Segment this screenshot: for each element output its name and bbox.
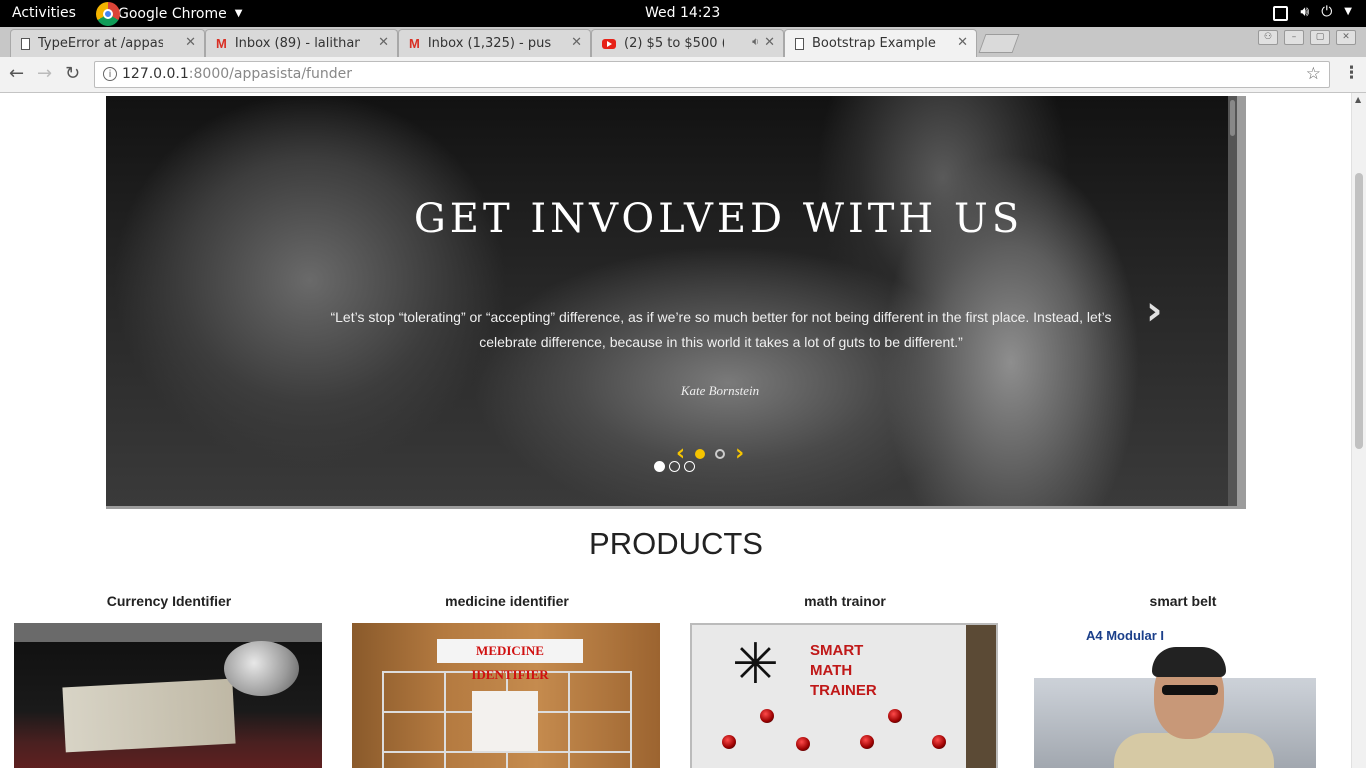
carousel-indicator-2[interactable] [669, 461, 680, 472]
product-name[interactable]: medicine identifier [352, 593, 662, 609]
bookmark-star-icon[interactable]: ☆ [1306, 64, 1321, 84]
address-bar[interactable]: i 127.0.0.1:8000/appasista/funder ☆ [94, 61, 1330, 88]
back-button[interactable]: ← [9, 63, 24, 84]
carousel-next-arrow-icon[interactable]: › [1146, 288, 1162, 334]
product-image-medicine-identifier[interactable]: MEDICINE IDENTIFIER [352, 623, 660, 768]
carousel-indicators [654, 461, 695, 472]
product-image-math-trainor[interactable]: ✳ SMART MATH TRAINER [690, 623, 998, 768]
product-name[interactable]: Currency Identifier [14, 593, 324, 609]
table-edge-graphic [966, 625, 996, 768]
chevron-down-icon: ▼ [234, 8, 243, 19]
slide-scrollbar-thumb[interactable] [1230, 100, 1235, 136]
scroll-up-arrow-icon[interactable]: ▲ [1355, 95, 1361, 104]
info-icon[interactable]: i [103, 67, 117, 81]
volume-icon[interactable]: 🔊︎ [1300, 4, 1309, 21]
expo-banner-text: A4 Modular I [1086, 628, 1165, 643]
device-dome-graphic [224, 641, 299, 696]
tab-typeerror[interactable]: TypeError at /appas ✕ [10, 29, 205, 57]
tab-bootstrap-example[interactable]: Bootstrap Example ✕ [784, 29, 977, 57]
products-heading: PRODUCTS [589, 526, 763, 561]
page-scrollbar-thumb[interactable] [1355, 173, 1363, 449]
sunglasses-graphic [1162, 685, 1218, 695]
close-icon[interactable]: ✕ [378, 35, 389, 50]
system-top-bar: Activities Google Chrome ▼ Wed 14:23 🔊︎ … [0, 0, 1366, 27]
reload-button[interactable]: ↻ [65, 63, 80, 84]
app-name: Google Chrome [118, 5, 227, 22]
red-button-graphic [860, 735, 874, 749]
maximize-button[interactable]: ▢ [1310, 30, 1330, 45]
product-name[interactable]: math trainor [690, 593, 1000, 609]
page-scrollbar[interactable]: ▲ [1351, 93, 1366, 768]
tab-title: TypeError at /appas [38, 36, 163, 51]
document-icon [795, 37, 804, 50]
carousel-slide: GET INVOLVED WITH US “Let’s stop “tolera… [106, 96, 1237, 506]
asterisk-graphic: ✳ [732, 632, 779, 697]
url-text[interactable]: 127.0.0.1:8000/appasista/funder [122, 66, 352, 82]
tab-title: Bootstrap Example [812, 36, 936, 51]
tab-strip: TypeError at /appas ✕ M Inbox (89) - lal… [0, 27, 1366, 57]
browser-toolbar: ← → ↻ i 127.0.0.1:8000/appasista/funder … [0, 57, 1366, 93]
close-icon[interactable]: ✕ [185, 35, 196, 50]
red-button-graphic [760, 709, 774, 723]
clock[interactable]: Wed 14:23 [645, 5, 720, 21]
medicine-label-sign: MEDICINE IDENTIFIER [437, 639, 583, 682]
close-icon[interactable]: ✕ [957, 35, 968, 50]
window-controls: ⚇ – ▢ ✕ [1258, 30, 1356, 45]
tab-title: (2) $5 to $500 ( [624, 36, 724, 51]
banknote-graphic [62, 678, 236, 753]
forward-button[interactable]: → [37, 63, 52, 84]
quote-dot[interactable] [715, 448, 726, 459]
audio-playing-icon[interactable]: 🔉︎ [752, 35, 759, 49]
center-slot-graphic [472, 691, 538, 751]
new-tab-button[interactable] [978, 34, 1020, 53]
url-path: :8000/appasista/funder [188, 66, 352, 82]
carousel-headline: GET INVOLVED WITH US [413, 196, 1024, 242]
carousel: GET INVOLVED WITH US “Let’s stop “tolera… [106, 96, 1246, 509]
tab-title: Inbox (1,325) - pus [427, 36, 552, 51]
product-image-smart-belt[interactable]: A4 Modular I [1034, 623, 1316, 768]
minimize-button[interactable]: – [1284, 30, 1304, 45]
url-host: 127.0.0.1 [122, 66, 189, 82]
youtube-icon [602, 38, 616, 49]
person-hair-graphic [1152, 647, 1226, 677]
carousel-author: Kate Bornstein [680, 383, 760, 398]
chevron-right-icon[interactable]: › [735, 441, 744, 466]
red-button-graphic [722, 735, 736, 749]
slide-scrollbar[interactable] [1228, 96, 1237, 506]
tab-youtube[interactable]: (2) $5 to $500 ( 🔉︎ ✕ [591, 29, 784, 57]
quote-dot-active[interactable] [695, 448, 706, 459]
system-tray[interactable]: 🔊︎ ⏻ ▼ [1273, 4, 1352, 21]
profile-icon[interactable]: ⚇ [1258, 30, 1278, 45]
app-menu[interactable]: Google Chrome ▼ [96, 0, 242, 27]
carousel-quote: “Let’s stop “tolerating” or “accepting” … [330, 309, 1112, 350]
red-button-graphic [932, 735, 946, 749]
close-window-button[interactable]: ✕ [1336, 30, 1356, 45]
tab-inbox-1325[interactable]: M Inbox (1,325) - pus ✕ [398, 29, 591, 57]
red-button-graphic [796, 737, 810, 751]
close-icon[interactable]: ✕ [571, 35, 582, 50]
close-icon[interactable]: ✕ [764, 35, 775, 50]
product-image-currency-identifier[interactable] [14, 623, 322, 768]
chevron-down-icon[interactable]: ▼ [1344, 6, 1352, 21]
gmail-icon: M [216, 36, 227, 51]
product-name[interactable]: smart belt [1028, 593, 1338, 609]
carousel-indicator-3[interactable] [684, 461, 695, 472]
math-trainer-label: SMART MATH TRAINER [810, 642, 877, 699]
gmail-icon: M [409, 36, 420, 51]
carousel-indicator-1[interactable] [654, 461, 665, 472]
power-icon[interactable]: ⏻ [1321, 4, 1332, 21]
tab-title: Inbox (89) - lalithan [234, 36, 360, 51]
document-icon [21, 37, 30, 50]
activities-button[interactable]: Activities [12, 5, 76, 21]
chrome-logo-icon [96, 1, 120, 26]
page-viewport: GET INVOLVED WITH US “Let’s stop “tolera… [0, 93, 1366, 768]
red-button-graphic [888, 709, 902, 723]
tab-inbox-89[interactable]: M Inbox (89) - lalithan ✕ [205, 29, 398, 57]
chrome-menu-icon[interactable]: ⋮ [1343, 63, 1360, 83]
window-icon[interactable] [1273, 6, 1289, 21]
